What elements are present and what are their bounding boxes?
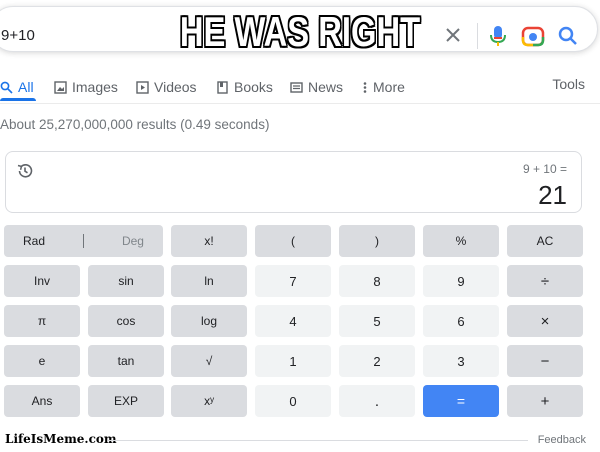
calculator-display: 9 + 10 = 21 [5, 151, 582, 213]
left-paren-button[interactable]: ( [255, 225, 331, 257]
log-button[interactable]: log [171, 305, 247, 337]
meme-caption: HE WAS RIGHT [179, 8, 421, 55]
e-button[interactable]: e [4, 345, 80, 377]
digit-3-button[interactable]: 3 [423, 345, 499, 377]
search-icon[interactable] [557, 25, 579, 47]
tabs-divider [0, 103, 600, 104]
search-tabs: All Images Videos Books News More Tools [0, 76, 600, 102]
news-icon [290, 81, 303, 93]
digit-6-button[interactable]: 6 [423, 305, 499, 337]
digit-2-button[interactable]: 2 [339, 345, 415, 377]
toggle-separator [82, 234, 84, 248]
tab-label: Books [234, 79, 273, 95]
minus-button[interactable]: − [507, 345, 583, 377]
book-icon [217, 80, 228, 94]
active-tab-indicator [0, 98, 36, 101]
right-paren-button[interactable]: ) [339, 225, 415, 257]
pi-button[interactable]: π [4, 305, 80, 337]
play-icon [136, 80, 149, 94]
decimal-point-button[interactable]: . [339, 385, 415, 417]
plus-button[interactable]: + [507, 385, 583, 417]
image-icon [54, 80, 67, 94]
tab-more[interactable]: More [362, 76, 405, 98]
multiply-button[interactable]: × [507, 305, 583, 337]
kebab-icon [363, 81, 367, 93]
footer-divider [108, 440, 528, 441]
exp-button[interactable]: EXP [88, 385, 164, 417]
tab-videos[interactable]: Videos [136, 76, 197, 98]
tab-label: Videos [154, 79, 197, 95]
search-icon [0, 81, 13, 94]
digit-9-button[interactable]: 9 [423, 265, 499, 297]
meme-watermark: LifeIsMeme.com [5, 432, 117, 446]
inverse-button[interactable]: Inv [4, 265, 80, 297]
sin-button[interactable]: sin [88, 265, 164, 297]
tools-button[interactable]: Tools [552, 76, 585, 92]
digit-5-button[interactable]: 5 [339, 305, 415, 337]
tab-label: All [18, 79, 34, 95]
tan-button[interactable]: tan [88, 345, 164, 377]
feedback-link[interactable]: Feedback [538, 434, 586, 446]
tab-images[interactable]: Images [54, 76, 118, 98]
rad-deg-toggle[interactable]: Rad Deg [4, 225, 163, 257]
tab-label: News [308, 79, 344, 95]
rad-button[interactable]: Rad [23, 234, 45, 248]
digit-8-button[interactable]: 8 [339, 265, 415, 297]
sqrt-button[interactable]: √ [171, 345, 247, 377]
digit-0-button[interactable]: 0 [255, 385, 331, 417]
power-button[interactable]: xʸ [171, 385, 247, 417]
tab-all[interactable]: All [0, 76, 34, 98]
cos-button[interactable]: cos [88, 305, 164, 337]
divide-button[interactable]: ÷ [507, 265, 583, 297]
search-input[interactable]: 9+10 [1, 27, 35, 44]
tab-books[interactable]: Books [216, 76, 273, 98]
all-clear-button[interactable]: AC [507, 225, 583, 257]
history-icon[interactable] [16, 162, 34, 180]
percent-button[interactable]: % [423, 225, 499, 257]
ans-button[interactable]: Ans [4, 385, 80, 417]
digit-1-button[interactable]: 1 [255, 345, 331, 377]
result-stats: About 25,270,000,000 results (0.49 secon… [0, 117, 270, 132]
tab-label: More [373, 79, 405, 95]
digit-4-button[interactable]: 4 [255, 305, 331, 337]
tab-label: Images [72, 79, 118, 95]
digit-7-button[interactable]: 7 [255, 265, 331, 297]
tab-news[interactable]: News [290, 76, 343, 98]
equals-button[interactable]: = [423, 385, 499, 417]
ln-button[interactable]: ln [171, 265, 247, 297]
deg-button[interactable]: Deg [122, 234, 144, 248]
calculator-expression: 9 + 10 = [522, 162, 567, 176]
factorial-button[interactable]: x! [171, 225, 247, 257]
calculator-result: 21 [538, 180, 567, 210]
